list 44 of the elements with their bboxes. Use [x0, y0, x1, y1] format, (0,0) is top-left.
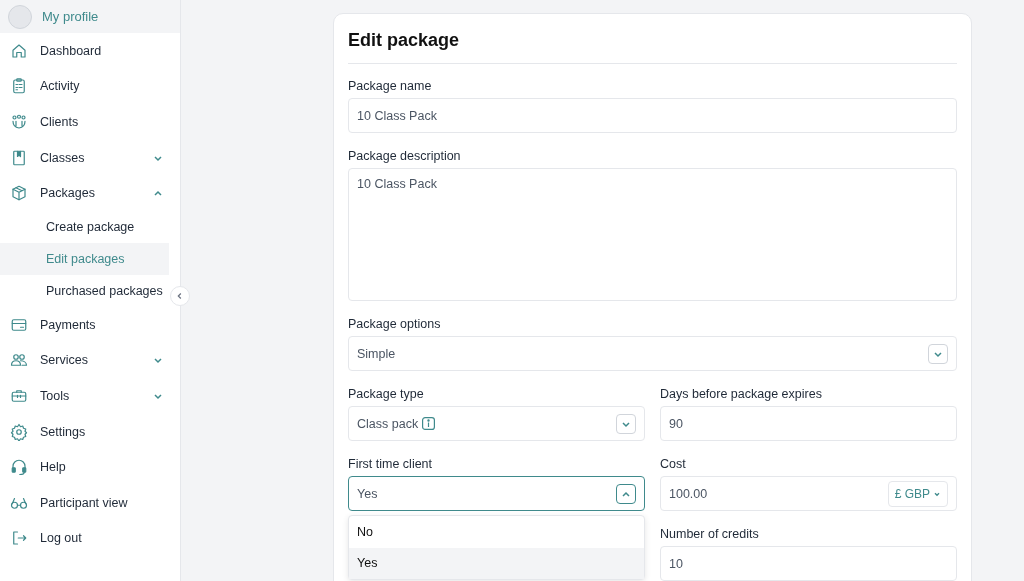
- sidebar-item[interactable]: Classes: [0, 139, 180, 176]
- text-field[interactable]: 100.00 £ GBP: [660, 476, 957, 511]
- settings-icon: [10, 422, 28, 441]
- headset-icon: [10, 458, 28, 477]
- dropdown-option[interactable]: No: [349, 516, 644, 548]
- sidebar-subitem[interactable]: Create package: [0, 210, 169, 243]
- sidebar-item[interactable]: Dashboard: [0, 33, 180, 69]
- sidebar-item[interactable]: Tools: [0, 378, 180, 414]
- field-label: Number of credits: [660, 527, 760, 541]
- clipboard-icon: [10, 77, 28, 96]
- sidebar-subitem[interactable]: Edit packages: [0, 242, 169, 275]
- text-field[interactable]: 10: [660, 546, 957, 581]
- select-field[interactable]: Simple: [348, 336, 957, 371]
- field-label: Package options: [348, 317, 442, 331]
- sidebar-item[interactable]: Payments: [0, 306, 180, 343]
- sidebar-item[interactable]: Log out: [0, 520, 180, 557]
- select-field[interactable]: Class pack: [348, 406, 645, 441]
- sidebar-item[interactable]: Settings: [0, 413, 180, 450]
- box-icon: [10, 184, 28, 203]
- sidebar-item[interactable]: Participant view: [0, 484, 180, 521]
- field-label: Package description: [348, 149, 462, 163]
- select-field[interactable]: Yes: [348, 476, 645, 511]
- book-icon: [10, 148, 28, 167]
- text-field[interactable]: 10 Class Pack: [348, 98, 957, 133]
- sidebar-item[interactable]: Clients: [0, 104, 180, 140]
- sidebar-subitem[interactable]: Purchased packages: [0, 274, 169, 307]
- sidebar-item[interactable]: Help: [0, 449, 180, 485]
- people-icon: [10, 113, 28, 131]
- field-label: Days before package expires: [660, 387, 823, 401]
- currency-select[interactable]: £ GBP: [887, 480, 948, 507]
- field-label: First time client: [348, 457, 434, 471]
- profile-link[interactable]: My profile: [42, 9, 99, 24]
- collapse-button[interactable]: [170, 286, 190, 306]
- sidebar-item[interactable]: Activity: [0, 68, 180, 105]
- page-title: Edit package: [348, 30, 461, 51]
- text-area[interactable]: 10 Class Pack: [348, 168, 957, 301]
- text-field[interactable]: 90: [660, 406, 957, 441]
- sidebar-item[interactable]: Packages: [0, 175, 180, 211]
- field-label: Package name: [348, 79, 433, 93]
- logout-icon: [10, 529, 28, 548]
- dropdown-option[interactable]: Yes: [349, 547, 644, 579]
- sidebar-item[interactable]: Services: [0, 342, 180, 379]
- field-label: Cost: [660, 457, 687, 471]
- field-label: Package type: [348, 387, 425, 401]
